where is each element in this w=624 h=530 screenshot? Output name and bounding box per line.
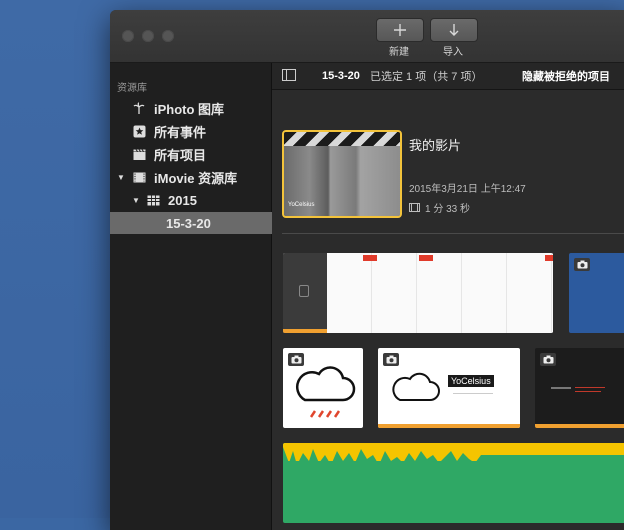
project-duration: 1 分 33 秒: [425, 204, 471, 215]
clip-progress-bar: [283, 329, 327, 333]
sidebar-item-label: iPhoto 图库: [154, 101, 225, 117]
phone-glyph: [299, 285, 309, 297]
zoom-window-button[interactable]: [162, 30, 174, 42]
project-duration-row: 1 分 33 秒: [409, 200, 470, 215]
sidebar-item-all-events[interactable]: 所有事件: [110, 120, 293, 142]
clip-blue-photo[interactable]: [569, 253, 624, 333]
new-button-label: 新建: [389, 47, 409, 58]
disclosure-triangle-icon[interactable]: ▼: [117, 173, 127, 182]
clip-app-demo[interactable]: [283, 253, 553, 333]
red-line: [575, 387, 605, 388]
sidebar-item-iphoto[interactable]: iPhoto 图库: [110, 97, 293, 119]
close-window-button[interactable]: [122, 30, 134, 42]
hide-rejected-button[interactable]: 隐藏被拒绝的项目: [522, 68, 610, 84]
disclosure-triangle-icon[interactable]: ▼: [132, 196, 142, 205]
red-marker: [419, 255, 433, 261]
clip-yocelsius-title[interactable]: YoCelsius: [378, 348, 520, 428]
library-sidebar: 资源库 iPhoto 图库 所有事件 所有项目 ▼ iMovie 资源库 ▼ 2…: [110, 63, 327, 530]
minimize-window-button[interactable]: [142, 30, 154, 42]
film-strip-icon: [409, 203, 420, 212]
sidebar-item-2015[interactable]: ▼ 2015: [110, 189, 293, 211]
browser-toolbar: 15-3-20 已选定 1 项（共 7 项） 隐藏被拒绝的项目: [272, 63, 624, 90]
sidebar-item-all-projects[interactable]: 所有项目: [110, 143, 293, 165]
faint-text-line: [551, 387, 571, 389]
yocelsius-label: YoCelsius: [448, 375, 494, 387]
plus-icon: [394, 24, 406, 36]
thumb-caption: YoCelsius: [288, 202, 315, 208]
calendar-grid-icon: [146, 193, 160, 207]
star-icon: [132, 124, 146, 138]
selection-status: 已选定 1 项（共 7 项）: [370, 71, 483, 83]
project-title[interactable]: 我的影片: [409, 135, 461, 154]
project-thumbnail[interactable]: YoCelsius: [282, 130, 402, 218]
clapperboard-top: [284, 132, 400, 146]
subtitle-line: [453, 393, 493, 394]
event-title: 15-3-20: [322, 70, 360, 82]
film-library-icon: [132, 170, 146, 184]
red-line: [575, 391, 601, 392]
title-bar: 新建 导入: [110, 10, 624, 63]
waveform-shape: [283, 447, 624, 473]
red-marker: [363, 255, 377, 261]
clip-progress-bar: [535, 424, 624, 428]
sidebar-item-label: 2015: [168, 192, 197, 208]
cloud-rain-illustration: [295, 366, 356, 418]
new-button[interactable]: [376, 18, 424, 42]
red-marker: [545, 255, 553, 261]
cloud-illustration: [392, 372, 440, 401]
clip-progress-bar: [378, 424, 520, 428]
camera-icon: [540, 353, 556, 366]
clip-dark-frame: [283, 253, 327, 333]
sidebar-item-label: 所有项目: [154, 147, 207, 163]
section-divider: [282, 233, 624, 234]
toggle-sidebar-icon[interactable]: [282, 69, 296, 84]
palm-tree-icon: [132, 101, 146, 115]
download-arrow-icon: [449, 24, 459, 36]
sidebar-item-imovie-library[interactable]: ▼ iMovie 资源库: [110, 166, 278, 188]
import-button[interactable]: [430, 18, 478, 42]
clip-dark-screen[interactable]: [535, 348, 624, 428]
project-date: 2015年3月21日 上午12:47: [409, 184, 526, 195]
sidebar-item-label: iMovie 资源库: [154, 170, 238, 186]
camera-icon: [574, 258, 590, 271]
sidebar-item-label: 15-3-20: [166, 215, 211, 231]
clip-frames: [327, 253, 553, 333]
import-button-label: 导入: [443, 47, 463, 58]
event-browser: 15-3-20 已选定 1 项（共 7 项） 隐藏被拒绝的项目 YoCelsiu…: [272, 63, 624, 530]
library-heading: 资源库: [117, 83, 147, 94]
clapper-icon: [132, 147, 146, 161]
clip-audio-waveform[interactable]: [283, 443, 624, 523]
sidebar-item-label: 所有事件: [154, 124, 207, 140]
clip-cloud-icon[interactable]: [283, 348, 363, 428]
imovie-window: 新建 导入 资源库 iPhoto 图库 所有事件 所有项目 ▼ iMovie 资…: [110, 10, 624, 530]
